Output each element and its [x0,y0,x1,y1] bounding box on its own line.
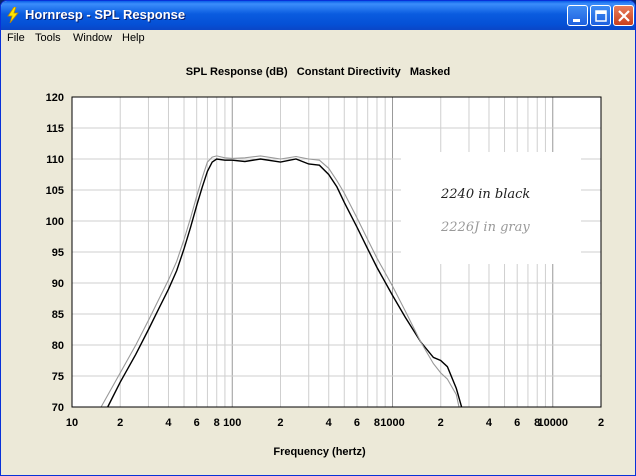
maximize-button[interactable] [590,5,611,26]
annotation-box [401,152,581,264]
x-tick-label: 6 [354,417,360,429]
minimize-icon [573,19,580,22]
y-tick-label: 110 [46,154,64,166]
spl-chart: 2240 in black 2226J in gray 120 115 110 105 10… [46,92,604,458]
x-tick-label: 8 [374,417,380,429]
x-tick-label: 8 [214,417,220,429]
close-icon [618,10,630,22]
x-tick-label: 4 [486,417,493,429]
app-window: Hornresp - SPL Response File Tools Windo… [0,0,636,476]
x-axis-title: Frequency (hertz) [273,446,366,458]
y-tick-label: 115 [46,123,64,135]
x-tick-label: 2 [438,417,444,429]
x-tick-label: 2 [277,417,283,429]
x-tick-label: 10000 [537,417,568,429]
menu-tools[interactable]: Tools [35,32,61,44]
x-tick-label: 100 [223,417,241,429]
y-tick-label: 70 [52,402,64,414]
y-tick-label: 80 [52,340,64,352]
y-tick-label: 90 [52,278,64,290]
close-button[interactable] [613,5,634,26]
y-tick-label: 85 [52,309,64,321]
y-tick-label: 120 [46,92,64,104]
maximize-icon [595,10,607,22]
x-tick-label: 2 [598,417,604,429]
y-tick-label: 75 [52,371,64,383]
y-tick-label: 100 [46,216,64,228]
menu-bar: File Tools Window Help [1,30,635,49]
x-tick-label: 6 [514,417,520,429]
annotation-black: 2240 in black [440,187,530,202]
menu-help[interactable]: Help [122,32,145,44]
annotation-gray: 2226J in gray [440,220,530,235]
x-tick-label: 10 [66,417,78,429]
y-tick-label: 95 [52,247,64,259]
x-tick-label: 1000 [380,417,404,429]
menu-window[interactable]: Window [73,32,112,44]
x-tick-label: 4 [165,417,172,429]
chart-area: SPL Response (dB) Constant Directivity M… [1,49,635,475]
menu-file[interactable]: File [7,32,25,44]
x-tick-label: 6 [194,417,200,429]
x-tick-label: 2 [117,417,123,429]
minimize-button[interactable] [567,5,588,26]
y-tick-label: 105 [46,185,64,197]
title-bar[interactable]: Hornresp - SPL Response [1,1,635,30]
window-title: Hornresp - SPL Response [25,7,186,22]
x-tick-label: 4 [326,417,333,429]
lightning-icon [7,7,19,23]
